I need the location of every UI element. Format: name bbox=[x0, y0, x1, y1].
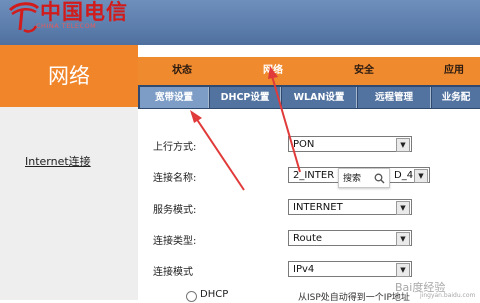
section-title: 网络 bbox=[48, 64, 90, 88]
search-popup-label: 搜索 bbox=[343, 174, 362, 184]
service-mode-select[interactable]: INTERNET ▼ bbox=[288, 199, 412, 215]
chevron-down-icon: ▼ bbox=[414, 169, 428, 183]
uplink-value: PON bbox=[293, 139, 315, 150]
conn-mode-select[interactable]: IPv4 ▼ bbox=[288, 261, 412, 277]
china-telecom-logo-icon bbox=[8, 2, 40, 33]
chevron-down-icon: ▼ bbox=[396, 138, 410, 152]
brand-subtitle: CHINA TELECOM bbox=[36, 22, 97, 30]
conn-name-value-left: 2_INTER bbox=[293, 170, 335, 181]
tab-remote-management[interactable]: 远程管理 bbox=[358, 87, 431, 108]
tab-wlan-settings[interactable]: WLAN设置 bbox=[282, 87, 357, 108]
conn-type-label: 连接类型: bbox=[153, 236, 197, 247]
uplink-label: 上行方式: bbox=[153, 142, 197, 153]
top-nav-status[interactable]: 状态 bbox=[172, 57, 192, 85]
service-mode-value: INTERNET bbox=[293, 202, 343, 213]
uplink-select[interactable]: PON ▼ bbox=[288, 136, 412, 152]
service-mode-label: 服务模式: bbox=[153, 205, 197, 216]
tab-broadband-settings[interactable]: 宽带设置 bbox=[140, 87, 209, 108]
top-nav-apps[interactable]: 应用 bbox=[444, 57, 464, 85]
conn-type-value: Route bbox=[293, 233, 323, 244]
search-icon bbox=[374, 173, 385, 184]
watermark-url: jingyan.baidu.com bbox=[420, 292, 476, 299]
search-popup[interactable]: 搜索 bbox=[338, 168, 390, 188]
chevron-down-icon: ▼ bbox=[396, 232, 410, 246]
top-nav-security[interactable]: 安全 bbox=[354, 57, 374, 85]
top-nav-network[interactable]: 网络 bbox=[263, 57, 283, 85]
conn-type-select[interactable]: Route ▼ bbox=[288, 230, 412, 246]
chevron-down-icon: ▼ bbox=[396, 263, 410, 277]
tab-dhcp-settings[interactable]: DHCP设置 bbox=[210, 87, 281, 108]
dhcp-radio[interactable] bbox=[186, 291, 197, 302]
left-sidebar bbox=[0, 107, 138, 300]
chevron-down-icon: ▼ bbox=[396, 201, 410, 215]
conn-mode-label: 连接模式 bbox=[153, 267, 193, 278]
sidebar-item-internet[interactable]: Internet连接 bbox=[25, 153, 91, 169]
conn-name-label: 连接名称: bbox=[153, 173, 197, 184]
conn-mode-value: IPv4 bbox=[293, 264, 315, 275]
tab-service-config[interactable]: 业务配 bbox=[432, 87, 480, 108]
dhcp-hint: 从ISP处自动得到一个IP地址 bbox=[298, 293, 410, 303]
brand-name: 中国电信 bbox=[40, 0, 128, 24]
dhcp-radio-label: DHCP bbox=[200, 289, 229, 300]
